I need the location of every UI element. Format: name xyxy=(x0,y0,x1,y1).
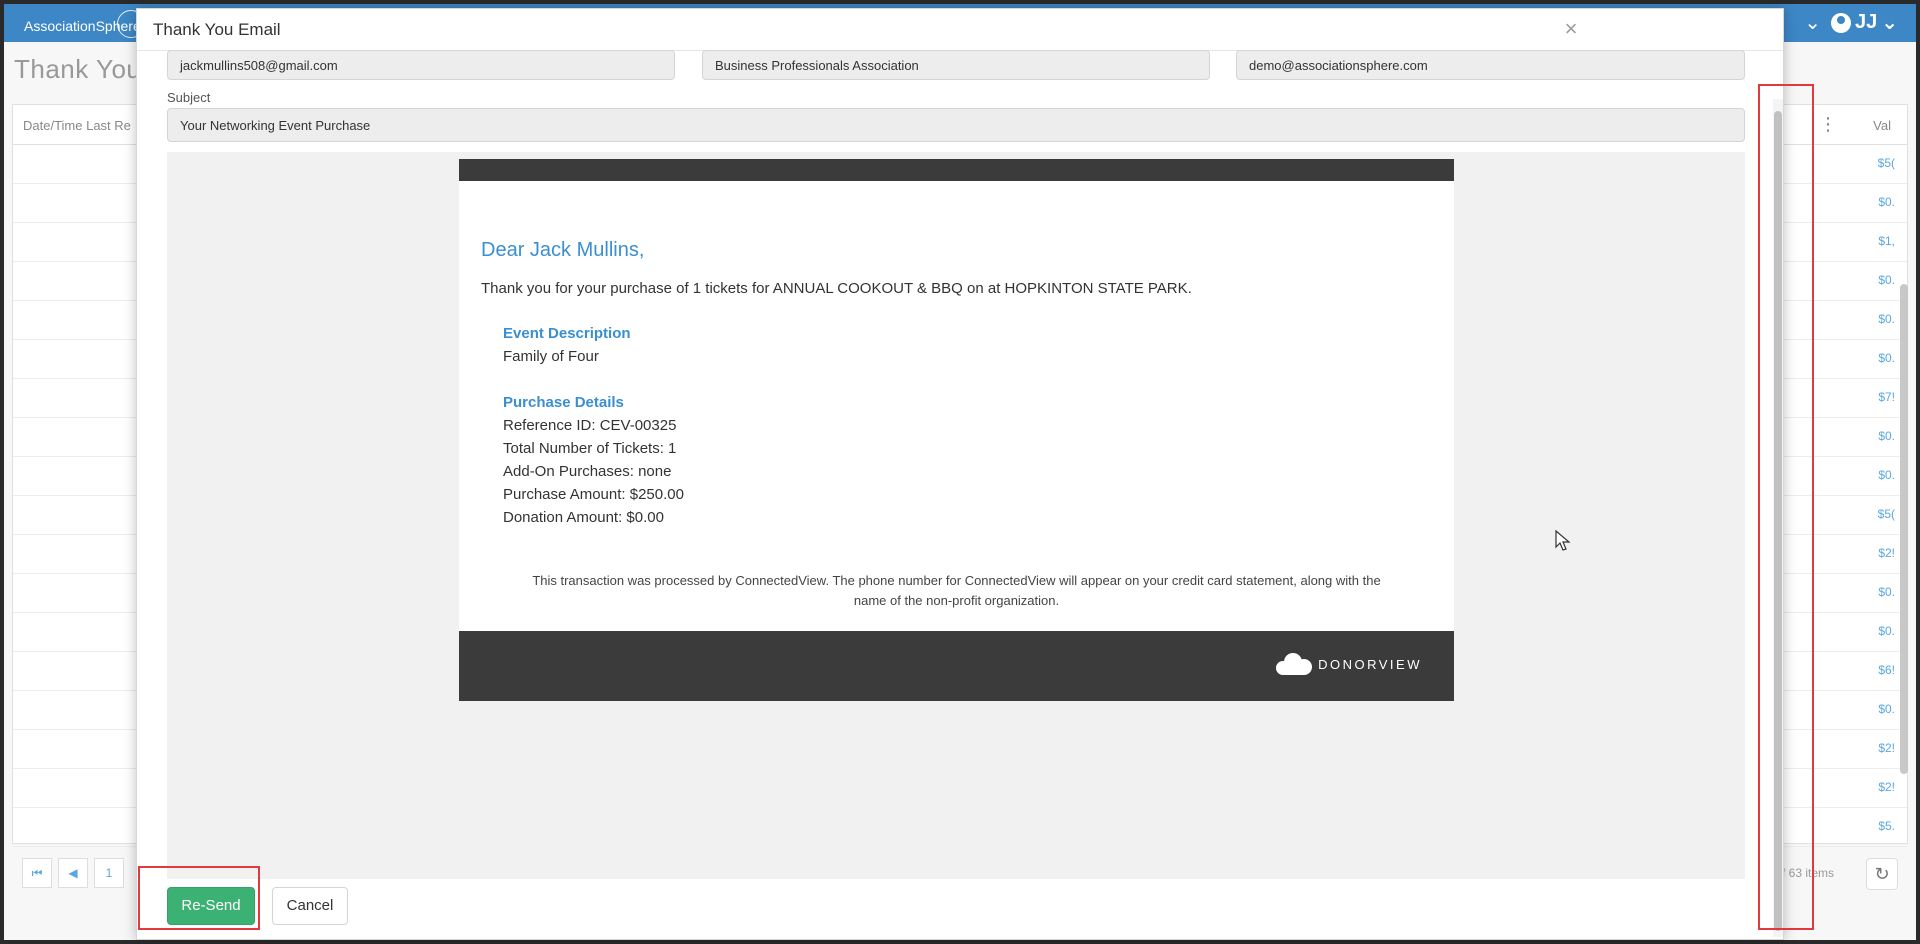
column-header-date[interactable]: Date/Time Last Re xyxy=(23,118,131,133)
top-nav-right: ⌄ JJ ⌄ xyxy=(1804,10,1898,35)
email-intro: Thank you for your purchase of 1 tickets… xyxy=(481,280,1192,297)
chevron-down-icon[interactable]: ⌄ xyxy=(1804,10,1821,35)
purchase-details-block: Purchase Details Reference ID: CEV-00325… xyxy=(503,391,684,529)
modal-scrollbar-thumb[interactable] xyxy=(1774,111,1782,931)
donorview-logo: DONORVIEW xyxy=(1276,653,1422,675)
prev-page-button[interactable]: ◀ xyxy=(58,858,88,888)
subject-label: Subject xyxy=(167,90,211,105)
donation-amount: Donation Amount: $0.00 xyxy=(503,509,664,526)
cancel-button[interactable]: Cancel xyxy=(272,887,348,925)
modal-footer: Re-Send Cancel xyxy=(137,877,1783,939)
event-description-heading: Event Description xyxy=(503,325,631,342)
event-description-text: Family of Four xyxy=(503,348,599,365)
email-greeting: Dear Jack Mullins, xyxy=(481,239,645,261)
page-scrollbar[interactable] xyxy=(1900,284,1908,774)
thank-you-email-modal: Thank You Email × jackmullins508@gmail.c… xyxy=(136,8,1784,940)
table-cell-value[interactable]: $0. xyxy=(1878,624,1895,638)
table-cell-value[interactable]: $5. xyxy=(1878,819,1895,833)
user-initials: JJ xyxy=(1854,11,1878,33)
column-header-value[interactable]: Val xyxy=(1873,118,1891,133)
email-footer-bar: DONORVIEW xyxy=(459,631,1454,701)
table-cell-value[interactable]: $2! xyxy=(1878,780,1895,794)
table-cell-value[interactable]: $5( xyxy=(1878,507,1895,521)
table-cell-value[interactable]: $0. xyxy=(1878,468,1895,482)
app-logo[interactable]: AssociationSphere xyxy=(24,10,145,40)
table-cell-value[interactable]: $0. xyxy=(1878,195,1895,209)
table-cell-value[interactable]: $0. xyxy=(1878,351,1895,365)
close-icon[interactable]: × xyxy=(1559,17,1583,41)
table-cell-value[interactable]: $5( xyxy=(1878,156,1895,170)
event-description-block: Event Description Family of Four xyxy=(503,322,631,368)
mouse-cursor-icon xyxy=(1555,530,1571,551)
email-header-bar xyxy=(459,159,1454,181)
user-menu[interactable]: JJ ⌄ xyxy=(1830,10,1898,35)
table-cell-value[interactable]: $0. xyxy=(1878,702,1895,716)
modal-scrollbar[interactable] xyxy=(1773,99,1783,937)
from-email-field[interactable]: demo@associationsphere.com xyxy=(1236,50,1745,80)
table-cell-value[interactable]: $2! xyxy=(1878,546,1895,560)
table-cell-value[interactable]: $6! xyxy=(1878,663,1895,677)
user-icon xyxy=(1830,12,1851,33)
table-cell-value[interactable]: $0. xyxy=(1878,429,1895,443)
cloud-icon xyxy=(1276,653,1313,675)
chevron-down-icon: ⌄ xyxy=(1881,12,1898,34)
table-cell-value[interactable]: $0. xyxy=(1878,585,1895,599)
to-email-field[interactable]: jackmullins508@gmail.com xyxy=(167,50,675,80)
subject-field[interactable]: Your Networking Event Purchase xyxy=(167,108,1745,142)
email-preview: Dear Jack Mullins, Thank you for your pu… xyxy=(167,152,1745,879)
resend-button[interactable]: Re-Send xyxy=(167,887,255,925)
email-body: Dear Jack Mullins, Thank you for your pu… xyxy=(459,159,1454,701)
processing-note: This transaction was processed by Connec… xyxy=(532,573,1381,608)
first-page-button[interactable]: ⏮ xyxy=(22,858,52,888)
total-tickets: Total Number of Tickets: 1 xyxy=(503,440,677,457)
table-cell-value[interactable]: $1, xyxy=(1878,234,1895,248)
page-button-1[interactable]: 1 xyxy=(94,858,124,888)
addon-purchases: Add-On Purchases: none xyxy=(503,463,672,480)
table-cell-value[interactable]: $0. xyxy=(1878,273,1895,287)
column-menu-icon[interactable]: ⋮ xyxy=(1819,114,1837,135)
from-name-field[interactable]: Business Professionals Association xyxy=(702,50,1210,80)
table-cell-value[interactable]: $0. xyxy=(1878,312,1895,326)
page-title: Thank You xyxy=(14,54,142,84)
table-cell-value[interactable]: $7! xyxy=(1878,390,1895,404)
footer-brand-text: DONORVIEW xyxy=(1318,656,1422,672)
reference-id: Reference ID: CEV-00325 xyxy=(503,417,677,434)
purchase-amount: Purchase Amount: $250.00 xyxy=(503,486,684,503)
table-cell-value[interactable]: $2! xyxy=(1878,741,1895,755)
modal-title: Thank You Email xyxy=(153,20,281,39)
refresh-icon[interactable]: ↻ xyxy=(1866,858,1898,890)
purchase-details-heading: Purchase Details xyxy=(503,394,624,411)
pager-info: of 63 items xyxy=(1775,866,1834,880)
modal-header: Thank You Email × xyxy=(137,9,1783,51)
